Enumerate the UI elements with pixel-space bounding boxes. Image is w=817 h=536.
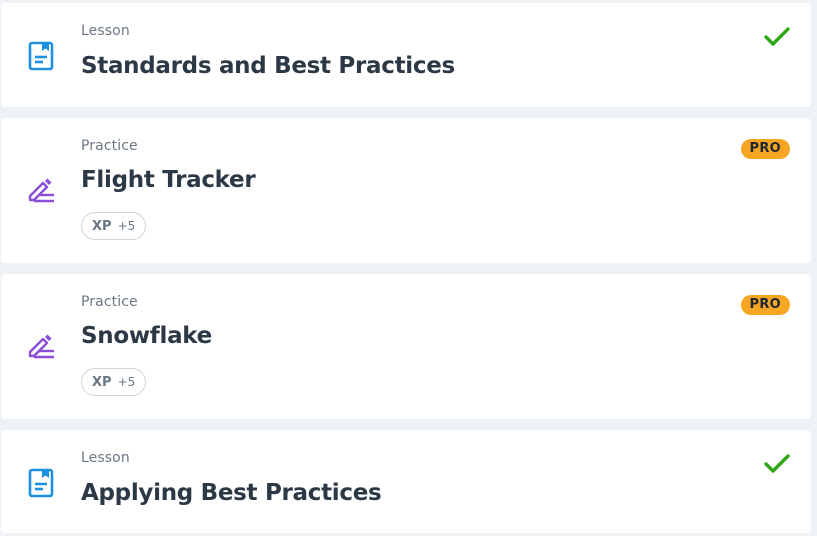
item-type-label: Practice — [81, 294, 138, 310]
lesson-card-standards[interactable]: Lesson Standards and Best Practices — [1, 3, 811, 107]
xp-badge: XP +5 — [81, 368, 147, 396]
practice-card-snowflake[interactable]: Practice Snowflake XP +5 PRO — [1, 274, 811, 419]
lesson-card-applying[interactable]: Lesson Applying Best Practices — [1, 430, 811, 533]
xp-value: +5 — [117, 219, 136, 233]
item-title[interactable]: Flight Tracker — [81, 167, 256, 193]
pro-badge: PRO — [740, 295, 790, 315]
lesson-book-icon — [28, 41, 54, 71]
item-title[interactable]: Snowflake — [81, 323, 212, 349]
xp-label: XP — [92, 374, 112, 390]
checkmark-icon — [764, 454, 790, 473]
item-title[interactable]: Standards and Best Practices — [81, 53, 455, 79]
xp-badge: XP +5 — [81, 212, 147, 240]
checkmark-icon — [764, 27, 790, 46]
item-type-label: Practice — [81, 138, 138, 154]
practice-card-flight-tracker[interactable]: Practice Flight Tracker XP +5 PRO — [1, 118, 811, 263]
practice-pencil-icon — [28, 178, 54, 203]
item-type-label: Lesson — [81, 450, 130, 466]
pro-badge: PRO — [740, 139, 790, 159]
xp-value: +5 — [117, 375, 136, 389]
item-type-label: Lesson — [81, 23, 130, 39]
xp-label: XP — [92, 218, 112, 234]
practice-pencil-icon — [28, 334, 54, 359]
item-title[interactable]: Applying Best Practices — [81, 480, 382, 506]
lesson-book-icon — [28, 468, 54, 498]
